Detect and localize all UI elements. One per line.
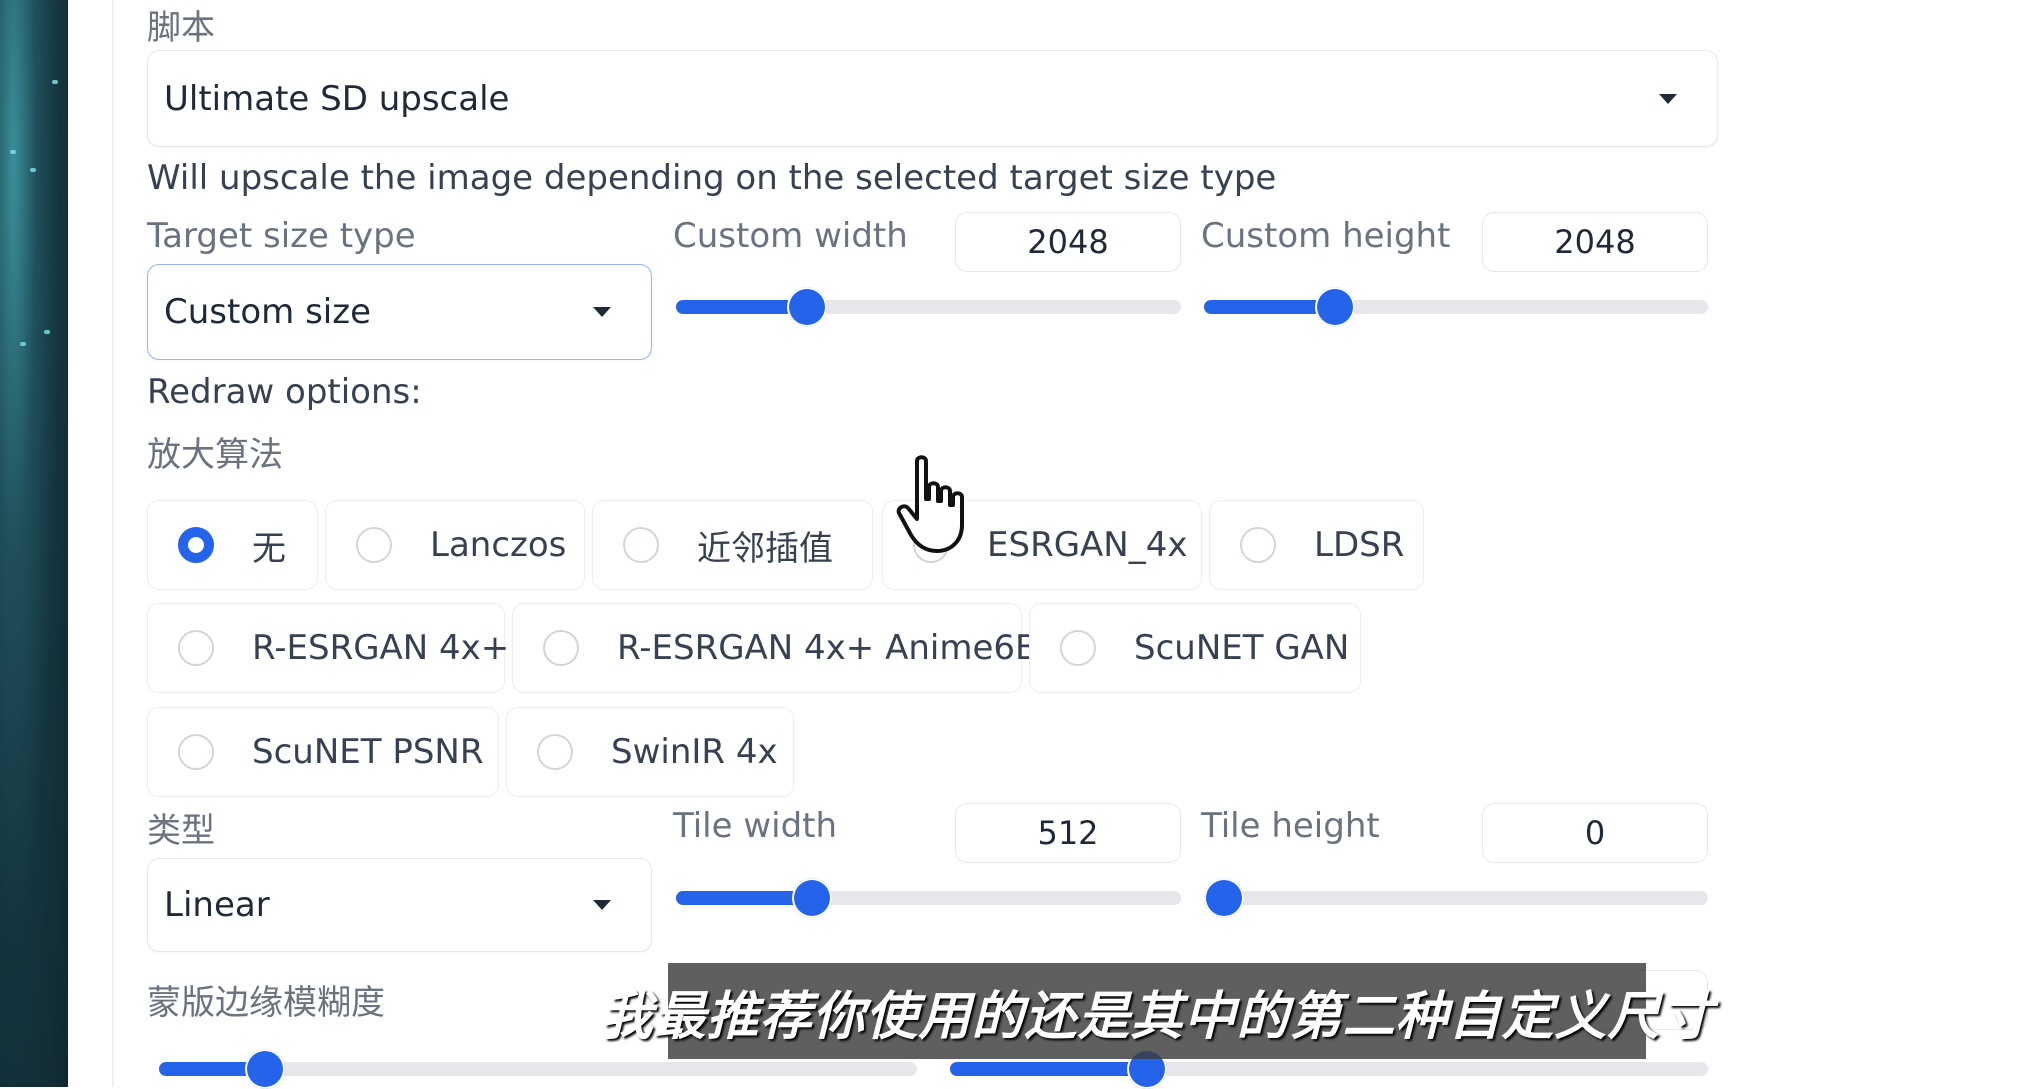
right-slider[interactable] — [950, 1049, 1708, 1089]
radio-option-swinir-4x[interactable]: SwinIR 4x — [506, 707, 794, 797]
video-subtitle: 我最推荐你使用的还是其中的第二种自定义尺寸 — [601, 963, 1713, 1059]
radio-option-scunet-psnr[interactable]: ScuNET PSNR — [147, 707, 499, 797]
radio-button[interactable] — [537, 734, 573, 770]
decor-dot — [44, 330, 50, 334]
radio-label: ScuNET PSNR — [252, 732, 484, 772]
decor-dot — [52, 80, 58, 84]
radio-option-lanczos[interactable]: Lanczos — [325, 500, 585, 590]
mask-blur-slider[interactable] — [159, 1049, 917, 1089]
radio-option-none[interactable]: 无 — [147, 500, 318, 590]
radio-label: ScuNET GAN — [1134, 628, 1350, 668]
radio-option-scunet-gan[interactable]: ScuNET GAN — [1029, 603, 1361, 693]
radio-button[interactable] — [1060, 630, 1096, 666]
type-value: Linear — [164, 885, 270, 925]
tile-height-label: Tile height — [1201, 806, 1380, 846]
custom-height-label: Custom height — [1201, 216, 1451, 256]
custom-width-label: Custom width — [673, 216, 908, 256]
hand-pointer-cursor-icon — [896, 455, 964, 553]
slider-thumb[interactable] — [245, 1049, 286, 1089]
radio-option-r-esrgan-anime6b[interactable]: R-ESRGAN 4x+ Anime6B — [512, 603, 1038, 693]
script-dropdown[interactable]: Ultimate SD upscale — [147, 50, 1718, 147]
mask-blur-label: 蒙版边缘模糊度 — [147, 983, 385, 1023]
radio-option-r-esrgan-4x[interactable]: R-ESRGAN 4x+ — [147, 603, 509, 693]
radio-button-checked[interactable] — [178, 527, 214, 563]
decor-dot — [20, 342, 26, 346]
redraw-options-label: Redraw options: — [147, 372, 422, 412]
slider-thumb[interactable] — [792, 878, 833, 918]
target-size-value: Custom size — [164, 292, 371, 332]
type-label: 类型 — [147, 811, 215, 851]
tile-height-slider[interactable] — [1204, 878, 1708, 918]
custom-height-input[interactable]: 2048 — [1482, 212, 1708, 272]
radio-button[interactable] — [1240, 527, 1276, 563]
tile-height-input[interactable]: 0 — [1482, 803, 1708, 863]
slider-thumb[interactable] — [1204, 878, 1244, 918]
radio-label: R-ESRGAN 4x+ — [252, 628, 510, 668]
decor-dot — [30, 168, 36, 172]
radio-label: LDSR — [1314, 525, 1405, 565]
script-description: Will upscale the image depending on the … — [147, 158, 1277, 198]
radio-label: ESRGAN_4x — [987, 525, 1188, 565]
panel-divider — [112, 0, 114, 1087]
slider-thumb[interactable] — [787, 287, 828, 327]
script-value: Ultimate SD upscale — [164, 78, 510, 119]
upscaler-label: 放大算法 — [147, 435, 283, 475]
chevron-down-icon — [1659, 93, 1677, 104]
target-size-dropdown[interactable]: Custom size — [147, 264, 652, 360]
custom-width-slider[interactable] — [676, 287, 1181, 327]
slider-thumb[interactable] — [1315, 287, 1356, 327]
tile-width-slider[interactable] — [676, 878, 1181, 918]
type-dropdown[interactable]: Linear — [147, 858, 652, 952]
radio-button[interactable] — [356, 527, 392, 563]
slider-fill — [950, 1062, 1148, 1076]
script-label: 脚本 — [147, 8, 215, 48]
radio-label: Lanczos — [430, 525, 567, 565]
radio-label: 近邻插值 — [697, 528, 833, 569]
custom-height-slider[interactable] — [1204, 287, 1708, 327]
target-size-label: Target size type — [147, 216, 416, 256]
radio-label: 无 — [252, 528, 286, 569]
radio-option-nearest[interactable]: 近邻插值 — [592, 500, 873, 590]
chevron-down-icon — [593, 307, 611, 317]
custom-width-input[interactable]: 2048 — [955, 212, 1181, 272]
background-image-strip — [0, 0, 68, 1087]
tile-width-label: Tile width — [673, 806, 838, 846]
tile-width-input[interactable]: 512 — [955, 803, 1181, 863]
radio-option-ldsr[interactable]: LDSR — [1209, 500, 1424, 590]
radio-label: SwinIR 4x — [611, 732, 778, 772]
chevron-down-icon — [593, 900, 611, 910]
radio-button[interactable] — [543, 630, 579, 666]
radio-button[interactable] — [623, 527, 659, 563]
radio-label: R-ESRGAN 4x+ Anime6B — [617, 628, 1039, 668]
radio-button[interactable] — [178, 734, 214, 770]
radio-button[interactable] — [178, 630, 214, 666]
decor-dot — [10, 150, 16, 154]
